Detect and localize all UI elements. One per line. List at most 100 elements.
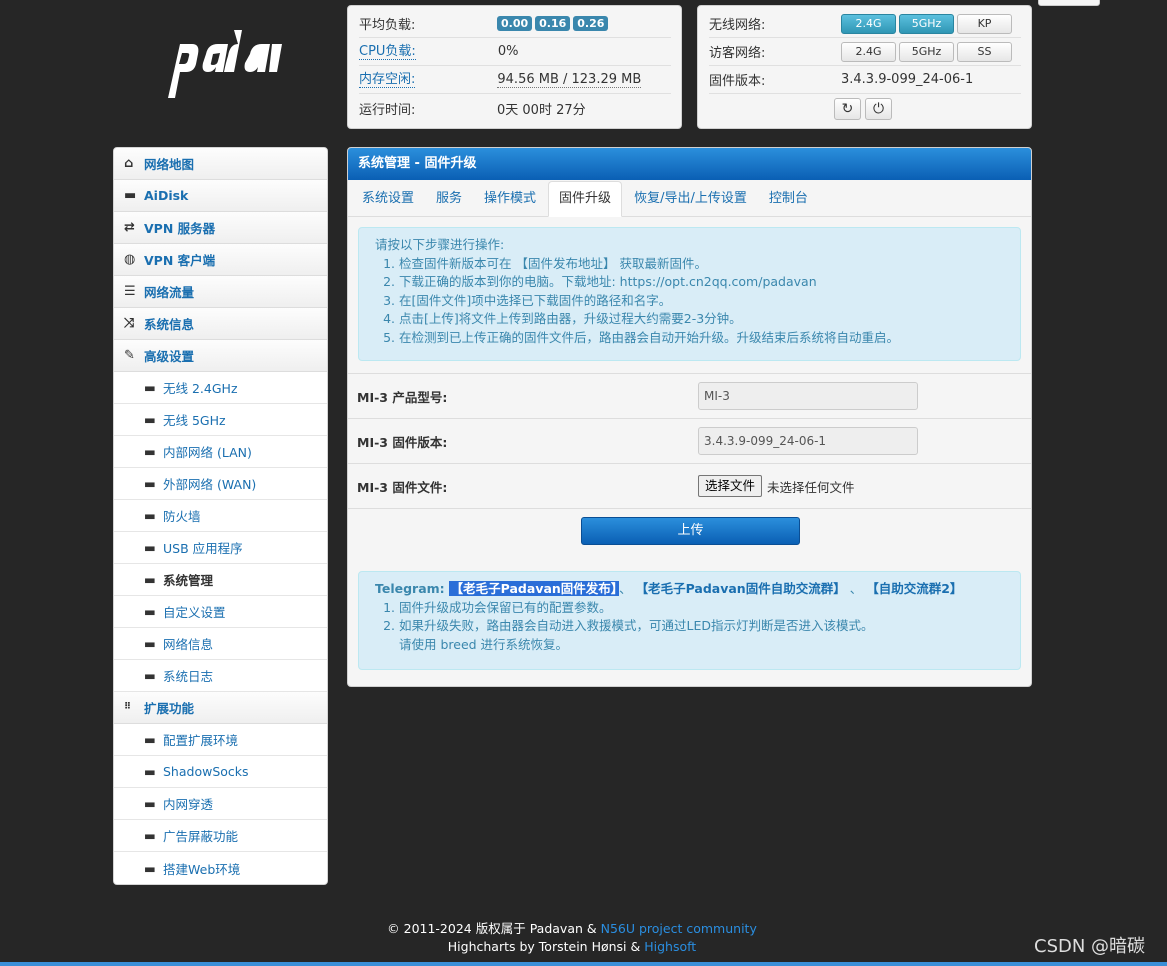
instructions-intro: 请按以下步骤进行操作: [375,237,505,252]
model-label: MI-3 产品型号: [357,389,448,405]
sidebar-subitem-web[interactable]: ▬ 搭建Web环境 [114,852,327,884]
dash-icon: ▬ [144,732,156,747]
version-label: MI-3 固件版本: [357,434,448,450]
wifi-24g-button[interactable]: 2.4G [841,13,896,34]
sidebar-item-label: 网络流量 [144,285,195,300]
cpu-row: CPU负载: 0% [359,38,671,66]
tab-system-settings[interactable]: 系统设置 [352,182,424,216]
sidebar-subitem-wan[interactable]: ▬ 外部网络 (WAN) [114,468,327,500]
dash-icon: ▬ [144,412,156,427]
uptime-row: 运行时间: 0天 00时 27分 [359,94,671,122]
sidebar-subitem-usb[interactable]: ▬ USB 应用程序 [114,532,327,564]
guest-24g-button[interactable]: 2.4G [841,41,896,62]
telegram-link-release[interactable]: 【老毛子Padavan固件发布】 [448,581,620,596]
list-item: 在[固件文件]项中选择已下载固件的路径和名字。 [399,292,1020,311]
highcharts-text: Highcharts by Torstein Hønsi & [447,939,645,954]
sidebar-item-label: 网络地图 [144,157,195,172]
wrench-icon: ✎ [124,348,135,363]
sidebar-subitem-admin[interactable]: ▬ 系统管理 [114,564,327,596]
refresh-icon[interactable]: ↻ [834,98,861,120]
instructions-list: 检查固件新版本可在 【固件发布地址】 获取最新固件。 下载正确的版本到你的电脑。… [375,255,1020,348]
sidebar-item-extensions[interactable]: ⠿ 扩展功能 [114,692,327,724]
wireless-status-panel: 无线网络: 2.4G 5GHz KP 访客网络: 2.4G 5GHz SS 固件… [697,5,1032,129]
load-badge-1: 0.00 [497,16,533,31]
version-field: 3.4.3.9-099_24-06-1 [698,427,918,455]
power-icon[interactable]: ⏻ [865,98,892,120]
guest-5g-button[interactable]: 5GHz [899,41,954,62]
sidebar-item-system-info[interactable]: ⤨ 系统信息 [114,308,327,340]
dash-icon: ▬ [144,828,156,843]
sidebar-item-label: 系统信息 [144,317,195,332]
sidebar-subitem-label: 系统日志 [163,669,214,684]
sidebar-item-advanced[interactable]: ✎ 高级设置 [114,340,327,372]
guest-label: 访客网络: [709,46,766,61]
dash-icon: ▬ [144,380,156,395]
sidebar-subitem-label: 搭建Web环境 [163,861,241,877]
sidebar-item-traffic[interactable]: ☰ 网络流量 [114,276,327,308]
sidebar-item-network-map[interactable]: ⌂ 网络地图 [114,148,327,180]
top-right-button[interactable] [1038,0,1100,6]
sidebar-subitem-ext-env[interactable]: ▬ 配置扩展环境 [114,724,327,756]
sidebar-subitem-firewall[interactable]: ▬ 防火墙 [114,500,327,532]
list-item: 检查固件新版本可在 【固件发布地址】 获取最新固件。 [399,255,1020,274]
sidebar-item-label: AiDisk [144,188,189,203]
telegram-separator: 、 [849,581,863,596]
telegram-link-group2[interactable]: 【自助交流群2】 [866,581,962,596]
sidebar-item-label: 扩展功能 [144,701,195,716]
sidebar-subitem-wireless-5[interactable]: ▬ 无线 5GHz [114,404,327,436]
model-field: MI-3 [698,382,918,410]
telegram-link-group[interactable]: 【老毛子Padavan固件自助交流群】 [636,581,846,596]
wifi-5g-button[interactable]: 5GHz [899,13,954,34]
sidebar-subitem-label: 系统管理 [163,573,214,588]
copyright-line: © 2011-2024 版权属于 Padavan & N56U project … [0,920,1144,938]
sidebar-item-aidisk[interactable]: ▬ AiDisk [114,180,327,212]
list-item: 点击[上传]将文件上传到路由器，升级过程大约需要2-3分钟。 [399,310,1020,329]
guest-ss-button[interactable]: SS [957,41,1012,62]
telegram-box: Telegram: 【老毛子Padavan固件发布】、 【老毛子Padavan固… [358,571,1021,670]
notes-list: 固件升级成功会保留已有的配置参数。 如果升级失败，路由器会自动进入救援模式，可通… [375,599,1020,636]
wifi-kp-button[interactable]: KP [957,13,1012,34]
community-link[interactable]: N56U project community [601,921,757,936]
sidebar-subitem-syslog[interactable]: ▬ 系统日志 [114,660,327,692]
sidebar-subitem-label: 防火墙 [163,509,201,524]
disk-icon: ▬ [124,188,137,203]
telegram-line: Telegram: 【老毛子Padavan固件发布】、 【老毛子Padavan固… [375,580,1020,599]
sidebar-subitem-wireless-24[interactable]: ▬ 无线 2.4GHz [114,372,327,404]
highsoft-link[interactable]: Highsoft [644,939,696,954]
sidebar-subitem-netinfo[interactable]: ▬ 网络信息 [114,628,327,660]
tab-restore-export[interactable]: 恢复/导出/上传设置 [624,182,757,216]
upload-button[interactable]: 上传 [581,517,800,545]
sidebar-subitem-lan[interactable]: ▬ 内部网络 (LAN) [114,436,327,468]
dash-icon: ▬ [144,476,156,491]
choose-file-button[interactable]: 选择文件 [698,475,763,497]
sidebar-item-vpn-client[interactable]: ◍ VPN 客户端 [114,244,327,276]
firmware-version-link[interactable]: 3.4.3.9-099_24-06-1 [841,72,973,87]
sidebar-subitem-custom[interactable]: ▬ 自定义设置 [114,596,327,628]
file-row: MI-3 固件文件: 选择文件 未选择任何文件 [348,463,1031,508]
sidebar-subitem-label: ShadowSocks [163,764,249,779]
sidebar-item-vpn-server[interactable]: ⇄ VPN 服务器 [114,212,327,244]
load-row: 平均负载: 0.00 0.16 0.26 [359,10,671,38]
cpu-link[interactable]: CPU负载: [359,44,416,60]
tab-services[interactable]: 服务 [426,182,472,216]
uptime-label: 运行时间: [359,102,416,118]
sidebar-subitem-label: 配置扩展环境 [163,733,239,748]
wifi-label: 无线网络: [709,18,766,33]
tab-firmware-upgrade[interactable]: 固件升级 [548,181,623,217]
sidebar-subitem-adblock[interactable]: ▬ 广告屏蔽功能 [114,820,327,852]
tab-operation-mode[interactable]: 操作模式 [474,182,546,216]
instructions-box: 请按以下步骤进行操作: 检查固件新版本可在 【固件发布地址】 获取最新固件。 下… [358,227,1021,361]
main-panel: 系统管理 - 固件升级 系统设置 服务 操作模式 固件升级 恢复/导出/上传设置… [347,147,1032,687]
sidebar-subitem-shadowsocks[interactable]: ▬ ShadowSocks [114,756,327,788]
sidebar-subitem-label: 网络信息 [163,637,214,652]
system-status-panel: 平均负载: 0.00 0.16 0.26 CPU负载: 0% 内存空闲: 94.… [347,5,682,129]
sidebar-subitem-tunnel[interactable]: ▬ 内网穿透 [114,788,327,820]
dash-icon: ▬ [144,636,156,651]
retweet-icon: ⇄ [124,220,135,235]
sidebar-subitem-label: 外部网络 (WAN) [163,477,257,492]
tab-console[interactable]: 控制台 [759,182,818,216]
bottom-bar [0,962,1167,966]
memory-link[interactable]: 内存空闲: [359,72,416,88]
dash-icon: ▬ [144,860,156,876]
sidebar-item-label: 高级设置 [144,349,195,364]
